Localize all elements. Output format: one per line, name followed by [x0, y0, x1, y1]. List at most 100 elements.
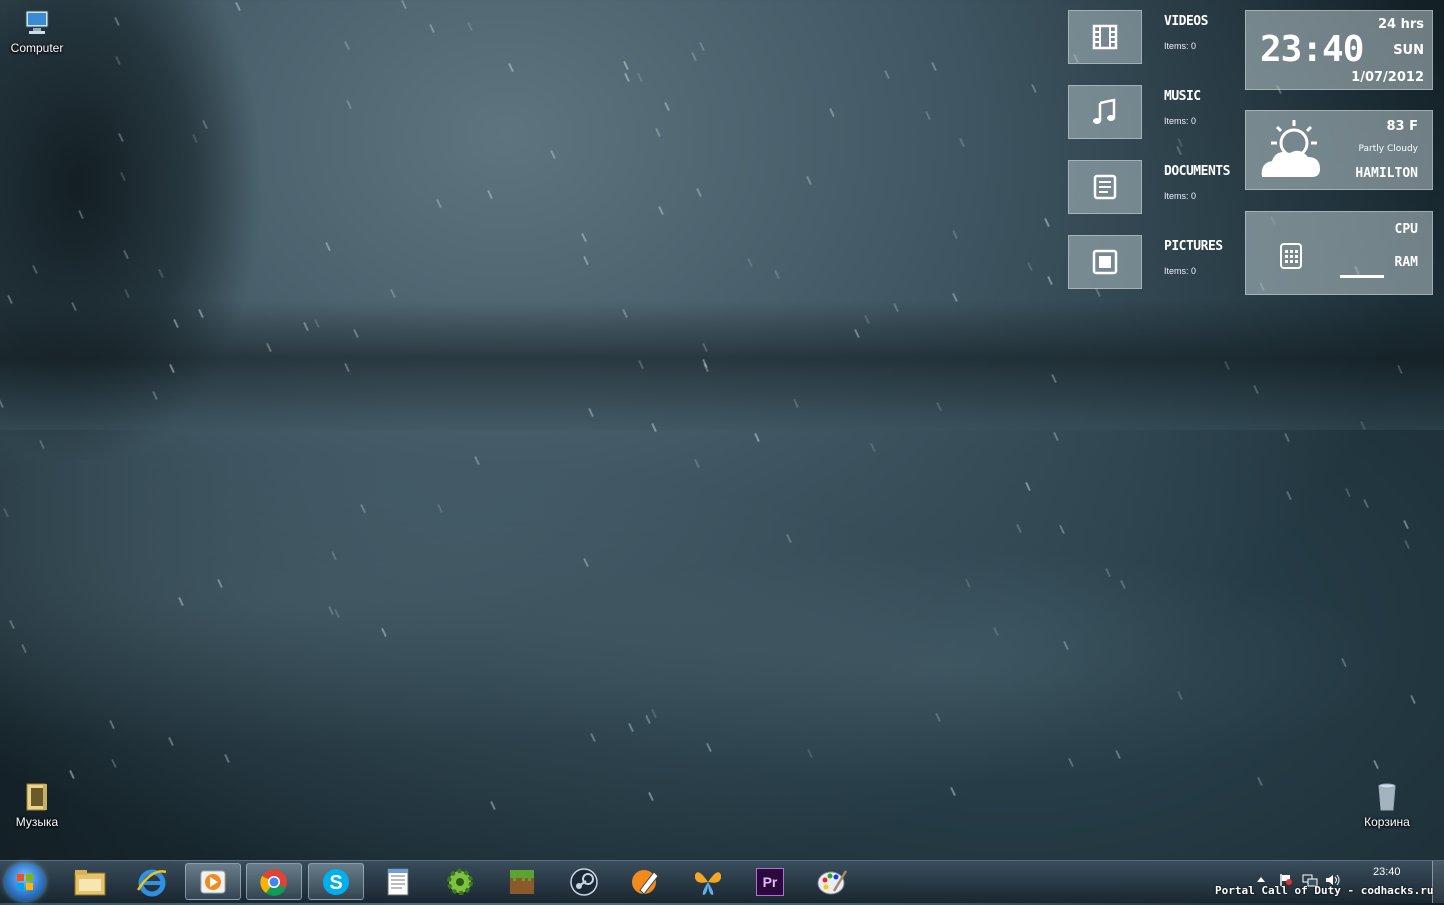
- recycle-bin-icon: [1371, 780, 1403, 812]
- rain-drop: [747, 257, 753, 268]
- clock-format: 24 hrs: [1377, 17, 1424, 32]
- taskbar-chrome[interactable]: [246, 863, 302, 900]
- weather-temp: 83 F: [1386, 119, 1419, 134]
- rain-drop: [884, 69, 890, 80]
- paint-palette-icon: [817, 869, 848, 894]
- rain-drop: [655, 127, 661, 138]
- music-tile[interactable]: [1068, 85, 1142, 139]
- pictures-title[interactable]: PICTURES: [1164, 239, 1223, 254]
- rain-drop: [658, 205, 664, 216]
- pictures-tile[interactable]: [1068, 235, 1142, 289]
- show-hidden-icons-arrow[interactable]: [1256, 875, 1266, 883]
- desktop-icon-label: Музыка: [15, 815, 59, 829]
- videos-tile[interactable]: [1068, 10, 1142, 64]
- clock-time: 23:40: [1260, 29, 1364, 70]
- taskbar-clock-time[interactable]: 23:40: [1373, 866, 1401, 878]
- videos-count: Items: 0: [1164, 41, 1197, 51]
- rain-drop: [1176, 145, 1182, 156]
- rain-drop: [346, 99, 352, 110]
- clock-widget[interactable]: 24 hrs 23:40 SUN 1/07/2012: [1245, 10, 1433, 90]
- rain-drop: [390, 288, 396, 299]
- rain-drop: [952, 229, 958, 240]
- documents-title[interactable]: DOCUMENTS: [1164, 164, 1230, 179]
- taskbar-minecraft[interactable]: [494, 863, 550, 900]
- music-count: Items: 0: [1164, 116, 1197, 126]
- notepad-icon: [387, 868, 409, 895]
- music-title[interactable]: MUSIC: [1164, 89, 1201, 104]
- background-water: [0, 430, 1444, 860]
- rain-drop: [624, 72, 630, 83]
- rain-drop: [1047, 275, 1053, 286]
- start-button[interactable]: [5, 863, 45, 901]
- document-icon: [1093, 174, 1117, 200]
- taskbar-media-player[interactable]: [185, 863, 241, 900]
- rain-drop: [581, 232, 587, 243]
- svg-text:S: S: [329, 872, 342, 894]
- film-icon: [1092, 24, 1118, 50]
- desktop-icon-recycle-bin[interactable]: Корзина: [1352, 780, 1422, 829]
- rain-drop: [401, 0, 407, 10]
- documents-count: Items: 0: [1164, 191, 1197, 201]
- ram-label: RAM: [1394, 255, 1418, 270]
- rain-drop: [550, 149, 556, 160]
- rain-drop: [1044, 217, 1050, 228]
- pictures-count: Items: 0: [1164, 266, 1197, 276]
- rain-drop: [691, 51, 697, 62]
- rain-drop: [664, 101, 670, 112]
- rain-drop: [1027, 261, 1033, 272]
- desktop-icon-label: Корзина: [1364, 815, 1410, 829]
- documents-tile[interactable]: [1068, 160, 1142, 214]
- watermark-text: Portal Call of Duty - codhacks.ru: [1215, 884, 1434, 897]
- weather-city: HAMILTON: [1355, 166, 1418, 181]
- rain-drop: [829, 107, 835, 118]
- taskbar-premiere[interactable]: Pr: [742, 863, 798, 900]
- rain-drop: [1031, 83, 1037, 94]
- rain-drop: [508, 62, 514, 73]
- music-note-icon: [1093, 98, 1116, 124]
- desktop-icon-computer[interactable]: Computer: [2, 6, 72, 55]
- taskbar-steam[interactable]: [556, 863, 612, 900]
- desktop-icon-label: Computer: [10, 41, 64, 55]
- taskbar-internet-explorer[interactable]: [124, 863, 180, 900]
- taskbar-explorer[interactable]: [62, 863, 118, 900]
- rain-drop: [959, 137, 965, 148]
- internet-explorer-icon: [136, 869, 167, 896]
- cpu-label: CPU: [1394, 222, 1418, 237]
- butterfly-icon: [694, 871, 722, 895]
- rain-drop: [774, 269, 780, 280]
- rain-drop: [436, 198, 442, 209]
- rain-drop: [487, 189, 493, 200]
- taskbar-skype[interactable]: S: [308, 863, 364, 900]
- rain-drop: [467, 21, 473, 32]
- taskbar-pen-tool[interactable]: [618, 863, 674, 900]
- windows-explorer-icon: [74, 869, 106, 895]
- taskbar-paint[interactable]: [804, 863, 860, 900]
- rain-drop: [429, 23, 435, 34]
- rain-drop: [696, 187, 702, 198]
- premiere-icon: Pr: [756, 867, 784, 896]
- clock-day: SUN: [1393, 43, 1424, 58]
- steam-icon: [570, 867, 598, 896]
- taskbar-gear-app[interactable]: [432, 863, 488, 900]
- windows-logo-icon: [17, 874, 33, 890]
- rain-drop: [699, 41, 705, 52]
- picture-frame-icon: [1092, 249, 1118, 275]
- taskbar-butterfly-app[interactable]: [680, 863, 736, 900]
- rain-drop: [325, 241, 331, 252]
- media-player-icon: [200, 870, 226, 893]
- rain-drop: [623, 60, 629, 71]
- skype-icon: S: [323, 868, 349, 895]
- pen-tool-icon: [632, 869, 659, 895]
- videos-title[interactable]: VIDEOS: [1164, 14, 1208, 29]
- minecraft-icon: [510, 869, 534, 894]
- ram-usage-bar: [1340, 275, 1384, 278]
- rain-drop: [637, 72, 643, 83]
- rain-drop: [344, 40, 350, 51]
- system-monitor-widget[interactable]: CPU RAM: [1245, 211, 1433, 295]
- clock-date: 1/07/2012: [1351, 70, 1424, 85]
- desktop-icon-music-folder[interactable]: Музыка: [2, 780, 72, 829]
- computer-icon: [21, 6, 53, 38]
- weather-widget[interactable]: 83 F Partly Cloudy HAMILTON: [1245, 110, 1433, 190]
- taskbar-notepad[interactable]: [370, 863, 426, 900]
- folder-icon: [21, 780, 53, 812]
